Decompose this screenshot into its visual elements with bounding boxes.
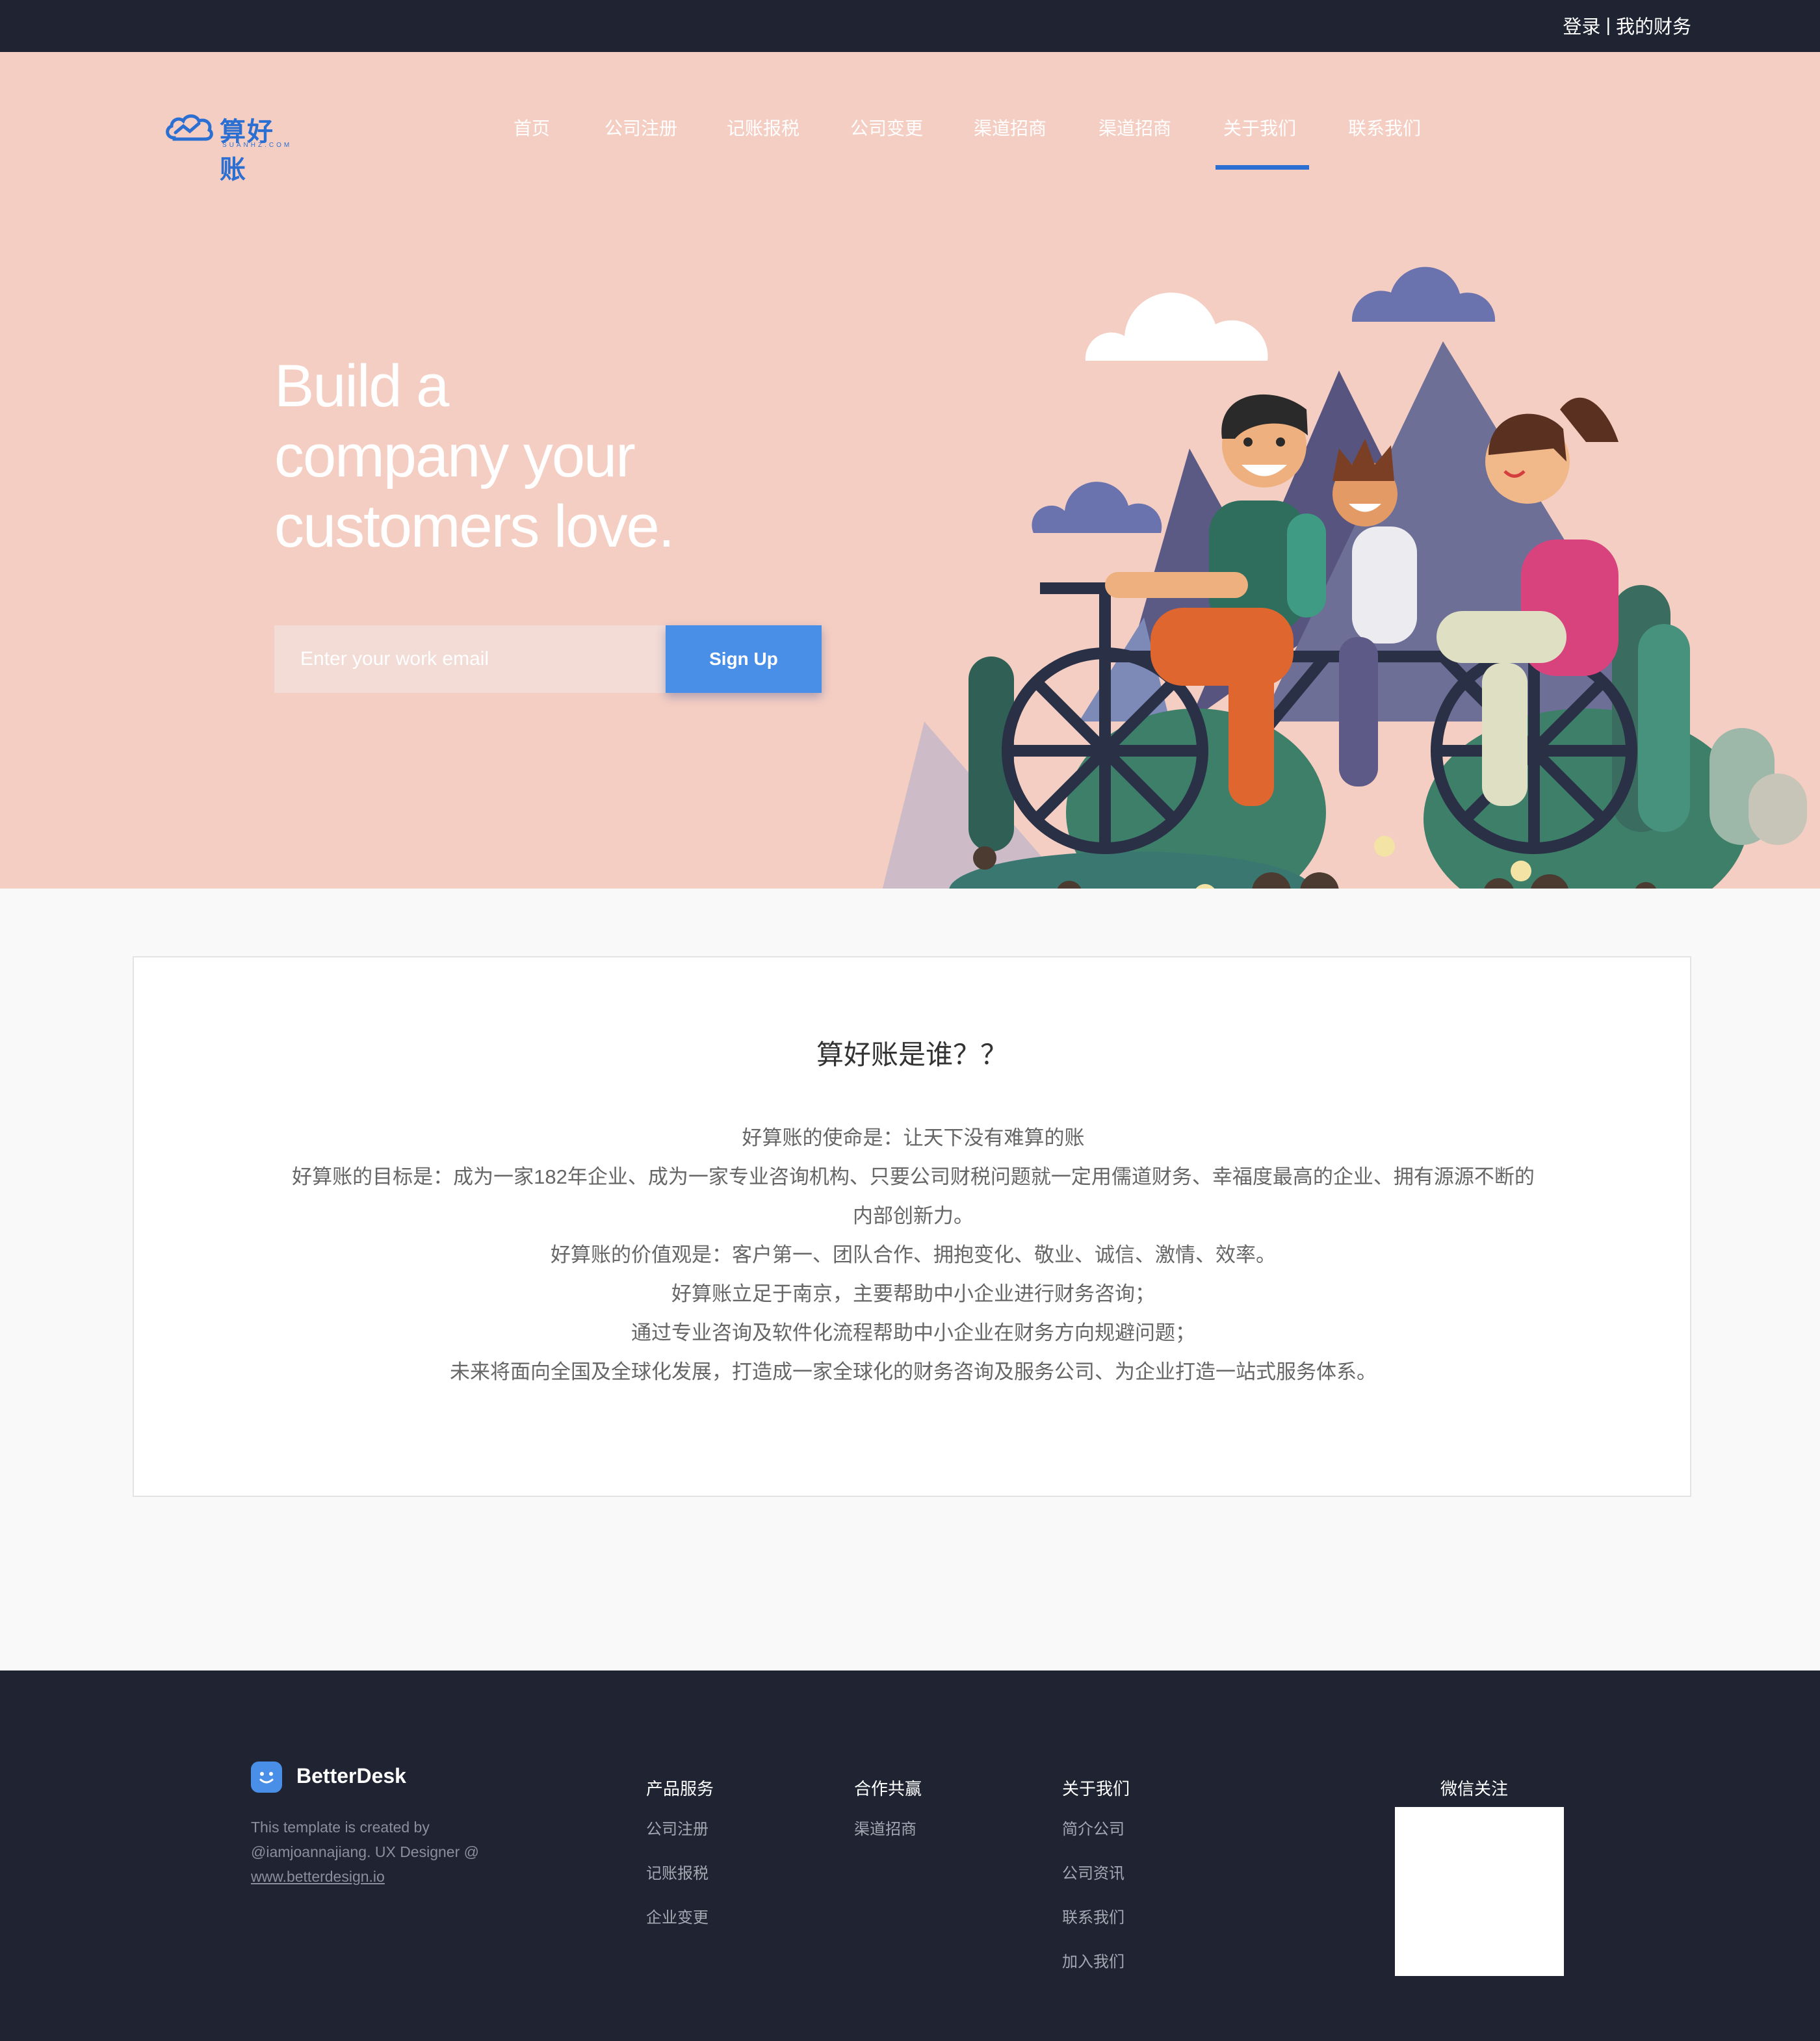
logo-subtext: SUANHZ.COM — [222, 142, 292, 149]
headline-line-2: company your — [274, 423, 636, 489]
cloud-white-icon — [1085, 292, 1268, 361]
smiley-logo-icon — [251, 1762, 282, 1793]
link-separator: | — [1606, 14, 1611, 36]
about-section: 算好账是谁？？ 好算账的使命是：让天下没有难算的账 好算账的目标是：成为一家18… — [0, 889, 1820, 1670]
footer-link-join[interactable]: 加入我们 — [1062, 1949, 1124, 1971]
about-line-values: 好算账的价值观是：客户第一、团队合作、拥抱变化、敬业、诚信、激情、效率。 — [551, 1243, 1276, 1266]
footer-link-bookkeeping[interactable]: 记账报税 — [646, 1860, 708, 1883]
brand-name: BetterDesk — [296, 1764, 406, 1788]
wechat-qr-code — [1395, 1807, 1564, 1976]
about-title: 算好账是谁？？ — [816, 1039, 1008, 1070]
nav-item-bookkeeping[interactable]: 记账报税 — [727, 114, 800, 140]
footer-column-partners: 合作共赢 渠道招商 — [854, 1776, 922, 1838]
footer-link-company-intro[interactable]: 简介公司 — [1062, 1816, 1124, 1839]
headline-line-1: Build a — [274, 353, 449, 419]
footer-column-products: 产品服务 公司注册 记账报税 企业变更 — [646, 1776, 714, 1927]
site-logo[interactable]: 算好账 SUANHZ.COM — [162, 109, 292, 184]
about-line-goal: 好算账的目标是：成为一家182年企业、成为一家专业咨询机构、只要公司财税问题就一… — [292, 1165, 1535, 1188]
nav-item-home[interactable]: 首页 — [514, 114, 550, 140]
brand-description: This template is created by @iamjoannaji… — [251, 1815, 498, 1889]
cloud-blue-small-icon — [1032, 482, 1162, 533]
family-bicycle-illustration — [882, 266, 1807, 889]
footer-link-company-change[interactable]: 企业变更 — [646, 1904, 708, 1927]
nav-item-about[interactable]: 关于我们 — [1223, 114, 1296, 140]
signup-form: Sign Up — [274, 625, 822, 693]
brand-desc-line-2: @iamjoannajiang. UX Designer @ — [251, 1843, 479, 1860]
hero-section: 算好账 SUANHZ.COM 首页 公司注册 记账报税 公司变更 渠道招商 渠道… — [0, 52, 1820, 889]
footer-column-title: 关于我们 — [1062, 1779, 1130, 1799]
about-line-future: 未来将面向全国及全球化发展，打造成一家全球化的财务咨询及服务公司、为企业打造一站… — [450, 1360, 1377, 1383]
footer-column-title: 产品服务 — [646, 1779, 714, 1799]
sign-up-button[interactable]: Sign Up — [666, 625, 822, 693]
about-description: 好算账的使命是：让天下没有难算的账 好算账的目标是：成为一家182年企业、成为一… — [251, 1119, 1576, 1392]
my-finance-link[interactable]: 我的财务 — [1616, 12, 1691, 39]
footer: BetterDesk This template is created by @… — [0, 1670, 1820, 2041]
email-input[interactable] — [274, 625, 666, 693]
headline-line-3: customers love. — [274, 493, 675, 560]
about-line-goal-cont: 内部创新力。 — [853, 1204, 974, 1227]
wechat-title: 微信关注 — [1440, 1779, 1509, 1799]
nav-item-company-registration[interactable]: 公司注册 — [604, 114, 677, 140]
top-bar: 登录 | 我的财务 — [0, 0, 1820, 52]
nav-item-contact[interactable]: 联系我们 — [1348, 114, 1421, 140]
about-line-location: 好算账立足于南京，主要帮助中小企业进行财务咨询； — [671, 1282, 1155, 1305]
nav-active-indicator — [1216, 165, 1309, 170]
footer-link-contact[interactable]: 联系我们 — [1062, 1904, 1124, 1927]
account-links: 登录 | 我的财务 — [1563, 12, 1691, 39]
cloud-logo-icon — [166, 114, 213, 141]
footer-link-channel[interactable]: 渠道招商 — [854, 1816, 916, 1839]
login-link[interactable]: 登录 — [1563, 12, 1600, 39]
about-card: 算好账是谁？？ 好算账的使命是：让天下没有难算的账 好算账的目标是：成为一家18… — [133, 956, 1691, 1497]
footer-link-company-registration[interactable]: 公司注册 — [646, 1816, 708, 1839]
nav-item-channel-1[interactable]: 渠道招商 — [974, 114, 1046, 140]
hero-headline: Build a company your customers love. — [274, 351, 729, 562]
nav-item-channel-2[interactable]: 渠道招商 — [1098, 114, 1171, 140]
footer-column-about: 关于我们 简介公司 公司资讯 联系我们 加入我们 — [1062, 1776, 1130, 1971]
nav-item-company-change[interactable]: 公司变更 — [850, 114, 923, 140]
footer-link-company-news[interactable]: 公司资讯 — [1062, 1860, 1124, 1883]
brand-website-link[interactable]: www.betterdesign.io — [251, 1864, 498, 1889]
about-line-method: 通过专业咨询及软件化流程帮助中小企业在财务方向规避问题； — [631, 1321, 1195, 1344]
about-line-mission: 好算账的使命是：让天下没有难算的账 — [742, 1126, 1085, 1149]
brand-desc-line-1: This template is created by — [251, 1819, 430, 1836]
footer-column-title: 合作共赢 — [854, 1779, 922, 1799]
cloud-blue-icon — [1351, 266, 1496, 322]
